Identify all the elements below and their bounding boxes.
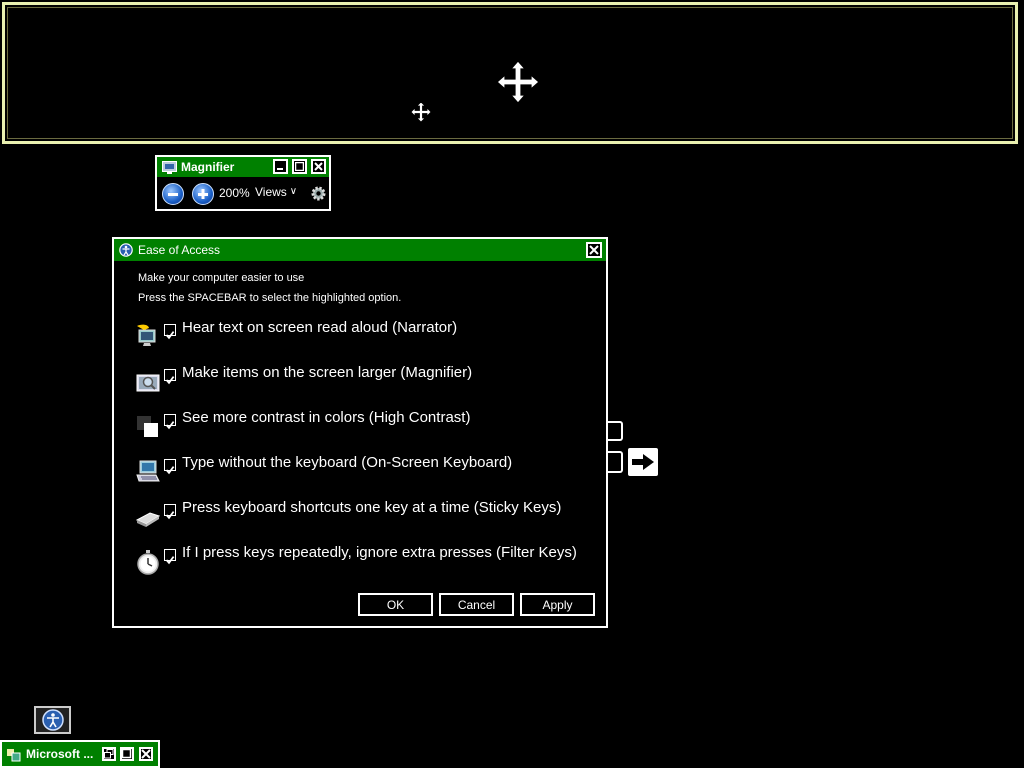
checkmark-icon — [165, 466, 175, 475]
close-button[interactable] — [311, 159, 326, 174]
magnifier-window: Magnifier 200% Views ∨ — [155, 155, 331, 211]
option-sticky-keys[interactable]: Press keyboard shortcuts one key at a ti… — [136, 499, 596, 534]
next-arrow-button[interactable] — [628, 448, 658, 476]
sticky-keys-label: Press keyboard shortcuts one key at a ti… — [182, 499, 562, 516]
cancel-button[interactable]: Cancel — [439, 593, 514, 616]
magnifier-label: Make items on the screen larger (Magnifi… — [182, 364, 473, 381]
move-cursor-large-icon — [496, 60, 540, 104]
close-icon — [589, 245, 599, 255]
dialog-intro-line1: Make your computer easier to use — [138, 272, 305, 284]
option-on-screen-keyboard[interactable]: Type without the keyboard (On-Screen Key… — [136, 454, 596, 489]
on-screen-keyboard-label: Type without the keyboard (On-Screen Key… — [182, 454, 513, 471]
gear-icon[interactable] — [310, 185, 327, 202]
high-contrast-checkbox[interactable] — [164, 414, 176, 430]
filter-keys-label: If I press keys repeatedly, ignore extra… — [182, 544, 577, 561]
minimize-button[interactable] — [273, 159, 288, 174]
close-button[interactable] — [139, 747, 153, 761]
option-filter-keys[interactable]: If I press keys repeatedly, ignore extra… — [136, 544, 596, 579]
dialog-close-button[interactable] — [586, 242, 602, 258]
maximize-button[interactable] — [292, 159, 307, 174]
magnifier-title: Magnifier — [181, 160, 235, 174]
ok-button[interactable]: OK — [358, 593, 433, 616]
option-narrator[interactable]: Hear text on screen read aloud (Narrator… — [136, 319, 596, 354]
zoom-level: 200% — [219, 186, 250, 200]
ease-of-access-button[interactable] — [34, 706, 71, 734]
magnifier-checkbox[interactable] — [164, 369, 176, 385]
keyboard-icon — [136, 460, 160, 482]
chevron-down-icon: ∨ — [289, 186, 298, 197]
dialog-intro-line2: Press the SPACEBAR to select the highlig… — [138, 292, 402, 304]
plus-icon — [198, 189, 208, 199]
minimize-icon — [277, 168, 283, 170]
restore-button[interactable] — [102, 747, 116, 761]
close-icon — [141, 749, 151, 759]
magnifier-titlebar[interactable]: Magnifier — [157, 157, 329, 177]
arrow-right-icon — [632, 454, 654, 470]
narrator-checkbox[interactable] — [164, 324, 176, 340]
high-contrast-label: See more contrast in colors (High Contra… — [182, 409, 471, 426]
ease-of-access-app-icon — [119, 243, 133, 257]
restore-icon — [104, 749, 114, 759]
maximize-button[interactable] — [120, 747, 134, 761]
minus-icon — [168, 193, 178, 196]
checkmark-icon — [165, 331, 175, 340]
option-high-contrast[interactable]: See more contrast in colors (High Contra… — [136, 409, 596, 444]
ease-of-access-dialog: Ease of Access Make your computer easier… — [112, 237, 608, 628]
narrator-icon — [137, 324, 156, 346]
taskbar-window-item[interactable]: Microsoft ... — [0, 740, 160, 768]
move-cursor-small-icon — [410, 101, 432, 123]
zoom-out-button[interactable] — [162, 183, 184, 205]
taskbar-item-label: Microsoft ... — [26, 747, 94, 761]
app-window-icon — [7, 749, 21, 762]
dialog-title: Ease of Access — [138, 243, 221, 257]
sticky-keys-checkbox[interactable] — [164, 504, 176, 520]
dialog-titlebar[interactable]: Ease of Access — [114, 239, 606, 261]
magnifier-app-icon — [162, 160, 177, 174]
high-contrast-icon — [137, 416, 158, 437]
views-dropdown[interactable]: Views ∨ — [255, 185, 297, 199]
checkmark-icon — [165, 511, 175, 520]
checkmark-icon — [165, 421, 175, 430]
magnifier-lens — [2, 2, 1018, 144]
checkmark-icon — [165, 556, 175, 565]
views-label: Views — [255, 185, 287, 199]
stopwatch-icon — [137, 550, 159, 575]
narrator-label: Hear text on screen read aloud (Narrator… — [182, 319, 458, 336]
magnifier-icon — [136, 374, 160, 392]
sticky-keys-icon — [136, 512, 160, 527]
close-icon — [314, 162, 323, 171]
on-screen-keyboard-checkbox[interactable] — [164, 459, 176, 475]
checkmark-icon — [165, 376, 175, 385]
maximize-icon — [122, 749, 132, 759]
accessibility-icon — [41, 709, 64, 731]
filter-keys-checkbox[interactable] — [164, 549, 176, 565]
zoom-in-button[interactable] — [192, 183, 214, 205]
apply-button[interactable]: Apply — [520, 593, 595, 616]
option-magnifier[interactable]: Make items on the screen larger (Magnifi… — [136, 364, 596, 399]
maximize-icon — [295, 162, 304, 171]
